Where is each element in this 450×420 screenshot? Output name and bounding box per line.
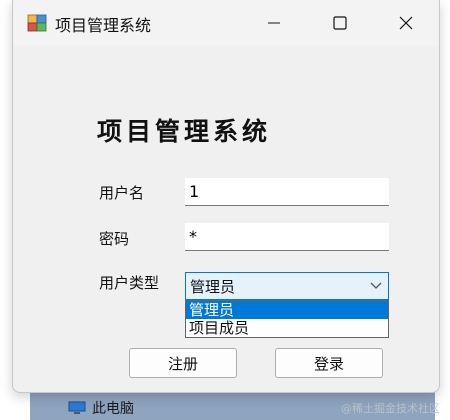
usertype-select[interactable]: 管理员	[185, 272, 389, 300]
chevron-down-icon	[370, 282, 382, 289]
desktop-item-label: 此电脑	[92, 401, 134, 417]
window-title: 项目管理系统	[55, 16, 152, 35]
password-field[interactable]	[185, 223, 389, 251]
maximize-icon	[333, 16, 347, 30]
minimize-button[interactable]	[241, 0, 307, 46]
password-label: 密码	[99, 230, 130, 248]
login-window: 项目管理系统 项目管理系统 用户名 密码 用户类型 管理员 管理员	[12, 0, 440, 393]
username-field[interactable]	[185, 178, 389, 206]
register-button[interactable]: 注册	[129, 348, 237, 378]
computer-icon	[68, 401, 86, 414]
watermark: @稀土掘金技术社区	[341, 402, 440, 415]
app-icon	[27, 14, 47, 32]
desktop-this-pc[interactable]: 此电脑	[68, 398, 134, 418]
usertype-dropdown-list: 管理员 项目成员	[185, 300, 389, 338]
usertype-label: 用户类型	[99, 274, 160, 292]
usertype-selected-value: 管理员	[190, 277, 236, 296]
close-icon	[399, 16, 413, 30]
close-button[interactable]	[373, 0, 439, 46]
usertype-option-member[interactable]: 项目成员	[186, 319, 388, 337]
username-label: 用户名	[99, 184, 145, 202]
minimize-icon	[268, 22, 280, 24]
usertype-option-admin[interactable]: 管理员	[186, 301, 388, 319]
maximize-button[interactable]	[307, 0, 373, 46]
page-title: 项目管理系统	[97, 117, 272, 146]
login-button[interactable]: 登录	[275, 348, 383, 378]
title-bar[interactable]: 项目管理系统	[13, 0, 439, 46]
